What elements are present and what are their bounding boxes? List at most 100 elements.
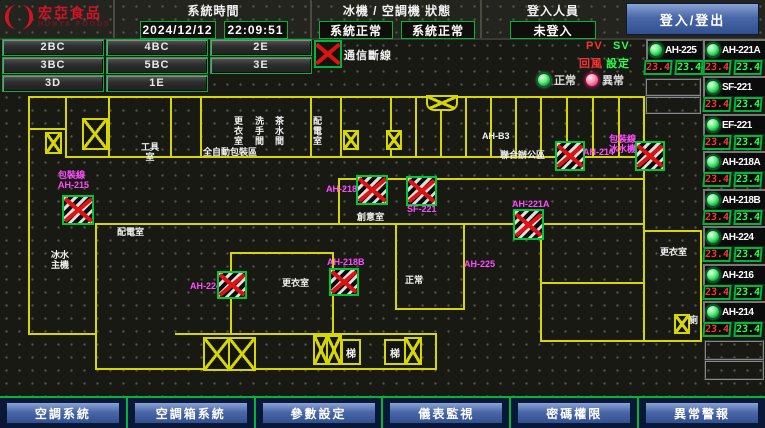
empty-slot <box>704 360 764 380</box>
nav-button-password-permissions[interactable]: 密碼權限 <box>517 402 631 424</box>
login-logout-button[interactable]: 登入/登出 <box>626 3 759 35</box>
floor-button-2e[interactable]: 2E <box>210 39 312 56</box>
unit-values: 23.4 23.4 <box>703 135 761 150</box>
wall-line <box>230 252 334 254</box>
wall-line <box>175 333 437 335</box>
pv-value: 23.4 <box>702 285 731 300</box>
unit-row-ah-218a[interactable]: AH-218A <box>703 151 765 173</box>
wall-line <box>338 223 645 225</box>
nav-button-hvac-system[interactable]: 空調系統 <box>6 402 120 424</box>
sv-value: 23.4 <box>733 247 762 262</box>
stairs-icon <box>82 118 108 150</box>
floor-button-1e[interactable]: 1E <box>106 75 208 92</box>
unit-status-led <box>706 118 720 132</box>
unit-status-led <box>706 80 720 94</box>
room-label: 洗手間 <box>254 116 264 146</box>
device-icon-ah-218b[interactable] <box>329 268 359 296</box>
sv-name-label: 設定 <box>606 55 630 71</box>
device-icon-packing-chiller[interactable] <box>635 141 665 171</box>
sv-value: 23.4 <box>733 97 762 112</box>
pv-name-label: 回風 <box>579 55 603 71</box>
device-icon-ah-218a[interactable] <box>356 175 388 205</box>
time-display: 22:09:51 <box>224 21 288 39</box>
device-label: 包裝線 冰水機 <box>609 134 636 154</box>
floor-button-3bc[interactable]: 3BC <box>2 57 104 74</box>
unit-row-ah-221a[interactable]: AH-221A <box>703 39 765 61</box>
unit-row-ah-218b[interactable]: AH-218B <box>703 189 765 211</box>
room-label: 廁 <box>689 315 698 325</box>
stairs-icon <box>45 132 62 154</box>
bottom-nav-bar: 空調系統 空調箱系統 參數設定 儀表監視 密碼權限 異常警報 <box>0 396 765 428</box>
unit-status-led <box>706 268 720 282</box>
pv-value: 23.4 <box>643 60 672 75</box>
unit-row-ah-225[interactable]: AH-225 <box>646 39 704 61</box>
normal-led-icon <box>537 73 551 87</box>
pv-value: 23.4 <box>702 172 731 187</box>
machine-status-label: 冰機 / 空調機 狀態 <box>312 2 482 19</box>
wall-line <box>540 340 702 342</box>
sv-value: 23.4 <box>733 60 762 75</box>
device-label: 包裝線 AH-215 <box>58 170 89 190</box>
machine-status-section: 冰機 / 空調機 狀態 系統正常 系統正常 <box>310 0 482 38</box>
sv-header: SV <box>613 40 630 52</box>
stairs-icon <box>228 337 256 371</box>
pv-header: PV <box>586 40 603 52</box>
unit-row-ef-221[interactable]: EF-221 <box>703 114 765 136</box>
nav-button-abnormal-alarm[interactable]: 異常警報 <box>645 402 759 424</box>
unit-values: 23.4 23.4 <box>703 60 761 75</box>
unit-status-led <box>706 193 720 207</box>
abnormal-led-icon <box>585 73 599 87</box>
pv-value: 23.4 <box>702 97 731 112</box>
device-icon-ah-215[interactable] <box>62 195 94 225</box>
pv-value: 23.4 <box>702 60 731 75</box>
wall-line <box>28 96 30 335</box>
room-label: 更衣室 <box>282 278 309 288</box>
floor-button-3e[interactable]: 3E <box>210 57 312 74</box>
nav-cell: 空調系統 <box>0 398 128 428</box>
nav-button-parameter-settings[interactable]: 參數設定 <box>262 402 376 424</box>
device-label: AH-221A <box>512 199 550 209</box>
floor-button-2bc[interactable]: 2BC <box>2 39 104 56</box>
sv-value: 23.4 <box>674 60 703 75</box>
room-label: 創意室 <box>357 212 384 222</box>
nav-button-ahu-system[interactable]: 空調箱系統 <box>134 402 248 424</box>
unit-row-sf-221[interactable]: SF-221 <box>703 76 765 98</box>
unit-row-ah-224[interactable]: AH-224 <box>703 226 765 248</box>
unit-values: 23.4 23.4 <box>703 285 761 300</box>
unit-row-ah-214[interactable]: AH-214 <box>703 301 765 323</box>
unit-name: SF-221 <box>722 82 752 93</box>
unit-name: AH-218B <box>722 195 760 206</box>
unit-name: AH-214 <box>722 307 753 318</box>
brand-logo-icon <box>4 2 34 32</box>
wall-line <box>340 96 342 158</box>
room-label: 配電室 <box>312 116 322 146</box>
stair-room-label: 梯 <box>341 339 361 365</box>
wall-line <box>643 225 645 342</box>
unit-name: EF-221 <box>722 120 752 131</box>
device-icon-sf-221[interactable] <box>406 176 437 206</box>
unit-name: AH-218A <box>722 157 760 168</box>
unit-status-led <box>706 155 720 169</box>
nav-button-meter-monitoring[interactable]: 儀表監視 <box>389 402 503 424</box>
stair-room-label: 梯 <box>384 339 406 365</box>
room-label: 配電室 <box>117 227 144 237</box>
wall-line <box>415 96 417 158</box>
floor-button-5bc[interactable]: 5BC <box>106 57 208 74</box>
wall-line <box>28 333 97 335</box>
device-icon-ah-221a[interactable] <box>513 209 544 240</box>
unit-values: 23.4 23.4 <box>703 172 761 187</box>
stairs-icon <box>326 335 342 365</box>
floor-button-3d[interactable]: 3D <box>2 75 104 92</box>
wall-line <box>540 96 542 158</box>
empty-slot <box>645 96 701 114</box>
ahu-status: 系統正常 <box>401 21 475 39</box>
room-label: 更衣室 <box>660 247 687 257</box>
device-icon-ah-214[interactable] <box>555 141 585 171</box>
floor-button-4bc[interactable]: 4BC <box>106 39 208 56</box>
wall-line <box>395 223 397 310</box>
device-icon-ah-224[interactable] <box>217 271 247 299</box>
wall-line <box>95 223 338 225</box>
wall-line <box>95 368 435 370</box>
unit-row-ah-216[interactable]: AH-216 <box>703 264 765 286</box>
unit-status-led <box>706 230 720 244</box>
